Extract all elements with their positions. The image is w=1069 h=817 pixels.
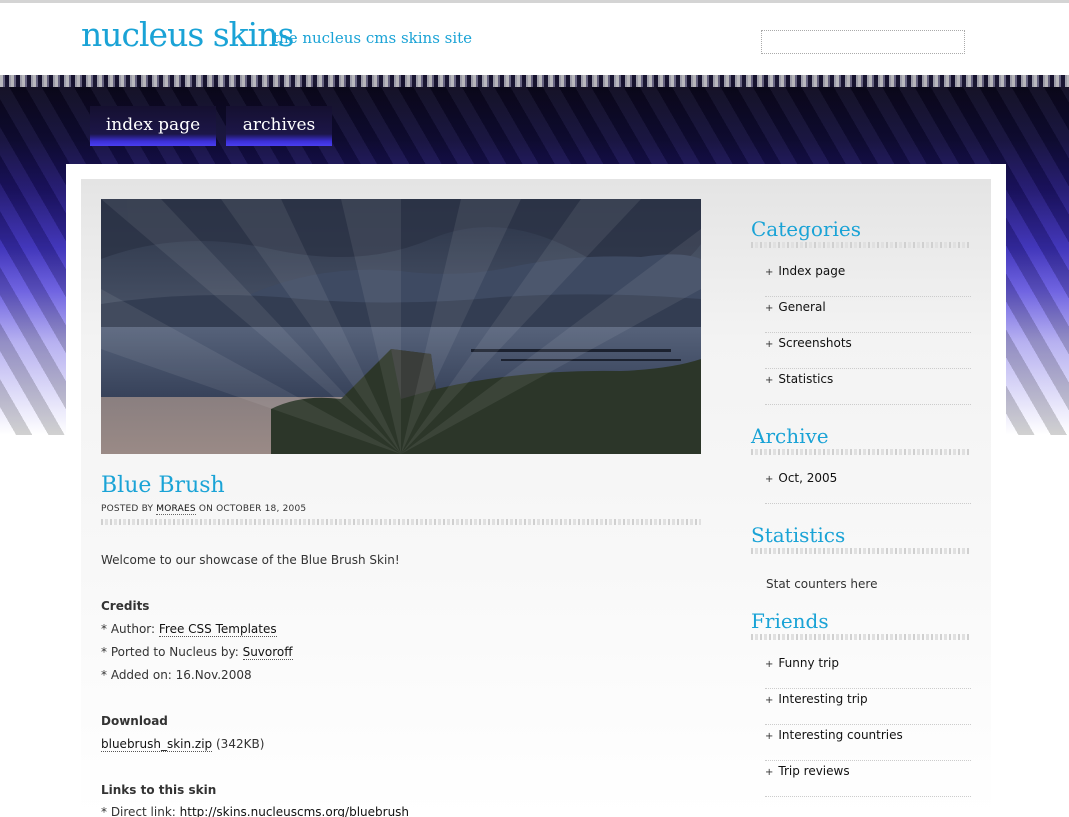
download-link[interactable]: bluebrush_skin.zip — [101, 737, 213, 752]
post-divider — [101, 519, 701, 525]
author-link[interactable]: MORAES — [156, 504, 196, 515]
credit-author-link[interactable]: Free CSS Templates — [158, 622, 277, 637]
post-meta: POSTED BY MORAES ON OCTOBER 18, 2005 — [101, 504, 307, 515]
category-statistics[interactable]: + Statistics — [765, 369, 971, 405]
credit-author-line: * Author: Free CSS Templates — [101, 622, 277, 637]
friends-divider — [751, 634, 971, 640]
credit-ported-link[interactable]: Suvoroff — [242, 645, 293, 660]
direct-link-line: * Direct link: http://skins.nucleuscms.o… — [101, 805, 410, 817]
landscape-image — [101, 199, 701, 454]
credits-heading: Credits — [101, 599, 150, 613]
post-intro: Welcome to our showcase of the Blue Brus… — [101, 553, 400, 567]
archive-divider — [751, 449, 971, 455]
statistics-text: Stat counters here — [766, 577, 878, 591]
friend-trip-reviews[interactable]: + Trip reviews — [765, 761, 971, 797]
download-line: bluebrush_skin.zip (342KB) — [101, 737, 265, 752]
tab-archives[interactable]: archives — [226, 106, 332, 146]
site-title-link[interactable]: nucleus skins — [81, 15, 294, 54]
download-heading: Download — [101, 714, 168, 728]
categories-heading: Categories — [751, 217, 861, 241]
category-general[interactable]: + General — [765, 297, 971, 333]
archive-oct-2005[interactable]: + Oct, 2005 — [765, 468, 971, 504]
links-heading: Links to this skin — [101, 783, 217, 797]
friend-interesting-trip[interactable]: + Interesting trip — [765, 689, 971, 725]
statistics-heading: Statistics — [751, 523, 846, 547]
archive-heading: Archive — [751, 424, 829, 448]
friend-funny-trip[interactable]: + Funny trip — [765, 653, 971, 689]
categories-divider — [751, 242, 971, 248]
download-size: (342KB) — [216, 737, 265, 751]
post-hero-image — [101, 199, 701, 454]
meta-prefix: POSTED BY — [101, 504, 154, 514]
friends-heading: Friends — [751, 609, 829, 633]
post-title[interactable]: Blue Brush — [101, 473, 225, 498]
banner-brush-edge — [0, 75, 1069, 87]
credit-ported-line: * Ported to Nucleus by: Suvoroff — [101, 645, 293, 660]
statistics-divider — [751, 548, 971, 554]
category-index-page[interactable]: + Index page — [765, 261, 971, 297]
category-screenshots[interactable]: + Screenshots — [765, 333, 971, 369]
tab-index-page[interactable]: index page — [90, 106, 216, 146]
search-input[interactable] — [761, 30, 965, 54]
site-header: nucleus skins the nucleus cms skins site — [0, 3, 1069, 75]
meta-date: ON OCTOBER 18, 2005 — [198, 504, 307, 514]
site-tagline: the nucleus cms skins site — [273, 29, 473, 47]
credit-added-on: * Added on: 16.Nov.2008 — [101, 668, 252, 682]
friend-interesting-countries[interactable]: + Interesting countries — [765, 725, 971, 761]
direct-link[interactable]: http://skins.nucleuscms.org/bluebrush — [179, 805, 410, 817]
